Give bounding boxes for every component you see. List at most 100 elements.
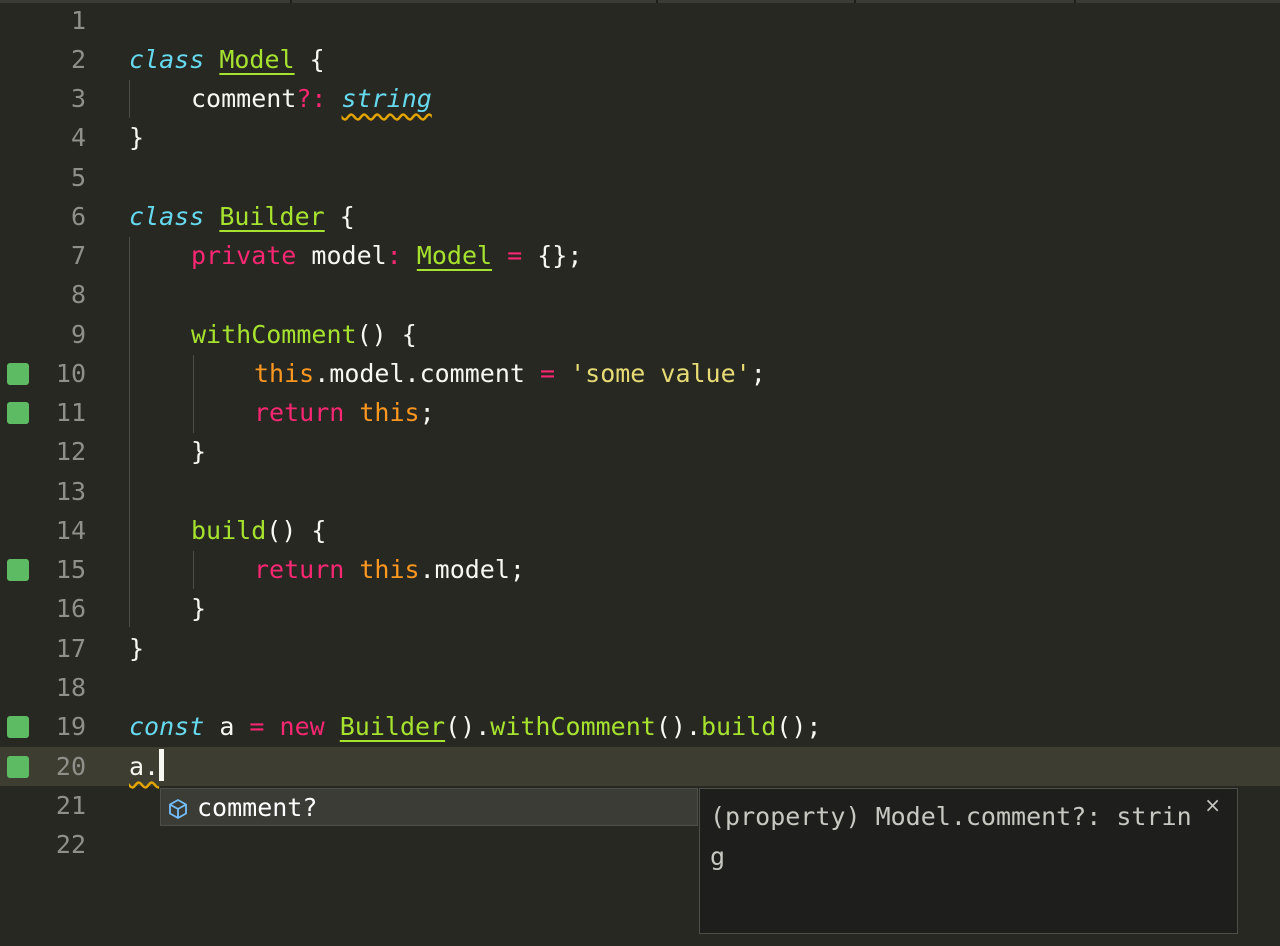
autocomplete-details: (property) Model.comment?: string × xyxy=(699,788,1238,934)
code-text: const a = new Builder().withComment().bu… xyxy=(129,707,821,746)
parens-brace: () { xyxy=(356,320,417,349)
line-number: 13 xyxy=(55,477,86,506)
code-line: 17 } xyxy=(0,629,1280,668)
assign-operator: = xyxy=(524,359,571,388)
line-number: 14 xyxy=(55,516,86,545)
code-line: 1 xyxy=(0,1,1280,40)
optional-colon: ?: xyxy=(296,84,327,113)
close-icon[interactable]: × xyxy=(1204,793,1221,817)
code-text: } xyxy=(191,432,206,471)
autocomplete-list: comment? xyxy=(160,788,698,826)
parens-brace: () { xyxy=(266,516,327,545)
member-access: .model.comment xyxy=(314,359,525,388)
code-line: 10 this.model.comment = 'some value'; xyxy=(0,354,1280,393)
code-line: 12 } xyxy=(0,432,1280,471)
code-text: } xyxy=(129,118,144,157)
property-cube-icon xyxy=(169,799,187,819)
line-number: 11 xyxy=(55,398,86,427)
property-comment: comment xyxy=(191,84,297,113)
autocomplete-item[interactable]: comment? xyxy=(161,789,697,825)
changed-line-marker xyxy=(7,363,29,385)
code-text: class Builder { xyxy=(129,197,355,236)
line-number: 16 xyxy=(55,594,86,623)
code-line: 6 class Builder { xyxy=(0,197,1280,236)
code-line: 16 } xyxy=(0,589,1280,628)
class-name-builder: Builder xyxy=(339,712,446,741)
code-line: 13 xyxy=(0,472,1280,511)
code-line: 4 } xyxy=(0,118,1280,157)
line-number: 17 xyxy=(55,634,86,663)
keyword-this: this xyxy=(359,555,420,584)
code-line: 8 xyxy=(0,275,1280,314)
line-number: 21 xyxy=(55,791,86,820)
keyword-this: this xyxy=(359,398,420,427)
code-text: return this; xyxy=(254,393,435,432)
method-with-comment: withComment xyxy=(191,320,357,349)
code-text: a. xyxy=(129,747,165,786)
code-text: this.model.comment = 'some value'; xyxy=(254,354,766,393)
colon: : xyxy=(386,241,402,270)
brace-close: } xyxy=(129,634,145,663)
call-chain: (). xyxy=(445,712,491,741)
line-number: 3 xyxy=(70,84,86,113)
autocomplete-item-label: comment? xyxy=(197,793,318,822)
method-build: build xyxy=(191,516,267,545)
code-text: } xyxy=(129,629,144,668)
call-chain: (). xyxy=(655,712,701,741)
keyword-class: class xyxy=(129,202,205,231)
semicolon: ; xyxy=(419,398,435,427)
line-number: 5 xyxy=(70,163,86,192)
semicolon: ; xyxy=(750,359,766,388)
call-close: (); xyxy=(776,712,822,741)
code-text: return this.model; xyxy=(254,550,525,589)
code-line: 14 build() { xyxy=(0,511,1280,550)
class-name-builder: Builder xyxy=(219,202,325,231)
keyword-private: private xyxy=(191,241,297,270)
code-text: class Model { xyxy=(129,40,325,79)
class-name-model: Model xyxy=(219,45,295,74)
code-line: 11 return this; xyxy=(0,393,1280,432)
line-number: 1 xyxy=(70,6,86,35)
code-text: withComment() { xyxy=(191,315,417,354)
empty-object: {}; xyxy=(537,241,583,270)
line-number: 7 xyxy=(70,241,86,270)
keyword-return: return xyxy=(254,555,345,584)
changed-line-marker xyxy=(7,402,29,424)
variable-a: a xyxy=(204,712,235,741)
code-text: build() { xyxy=(191,511,326,550)
method-build: build xyxy=(701,712,777,741)
variable-a-dot: a. xyxy=(129,752,160,781)
code-line: 18 xyxy=(0,668,1280,707)
brace-close: } xyxy=(191,437,207,466)
method-with-comment: withComment xyxy=(490,712,656,741)
line-number: 20 xyxy=(55,752,86,781)
changed-line-marker xyxy=(7,716,29,738)
code-text: comment?: string xyxy=(191,79,432,118)
class-name-model: Model xyxy=(416,241,493,270)
line-number: 2 xyxy=(70,45,86,74)
assign-operator: = xyxy=(234,712,280,741)
code-line: 15 return this.model; xyxy=(0,550,1280,589)
code-line: 3 comment?: string xyxy=(0,79,1280,118)
code-text: private model: Model = {}; xyxy=(191,236,582,275)
line-number: 10 xyxy=(55,359,86,388)
keyword-return: return xyxy=(254,398,345,427)
brace-open: { xyxy=(324,202,355,231)
current-line[interactable]: 20 a. xyxy=(0,747,1280,786)
assign-operator: = xyxy=(492,241,538,270)
keyword-const: const xyxy=(129,712,205,741)
changed-line-marker xyxy=(7,756,29,778)
keyword-new: new xyxy=(279,712,325,741)
line-number: 9 xyxy=(70,320,86,349)
string-literal: 'some value' xyxy=(570,359,751,388)
code-line: 5 xyxy=(0,158,1280,197)
line-number: 15 xyxy=(55,555,86,584)
line-number: 8 xyxy=(70,280,86,309)
line-number: 6 xyxy=(70,202,86,231)
